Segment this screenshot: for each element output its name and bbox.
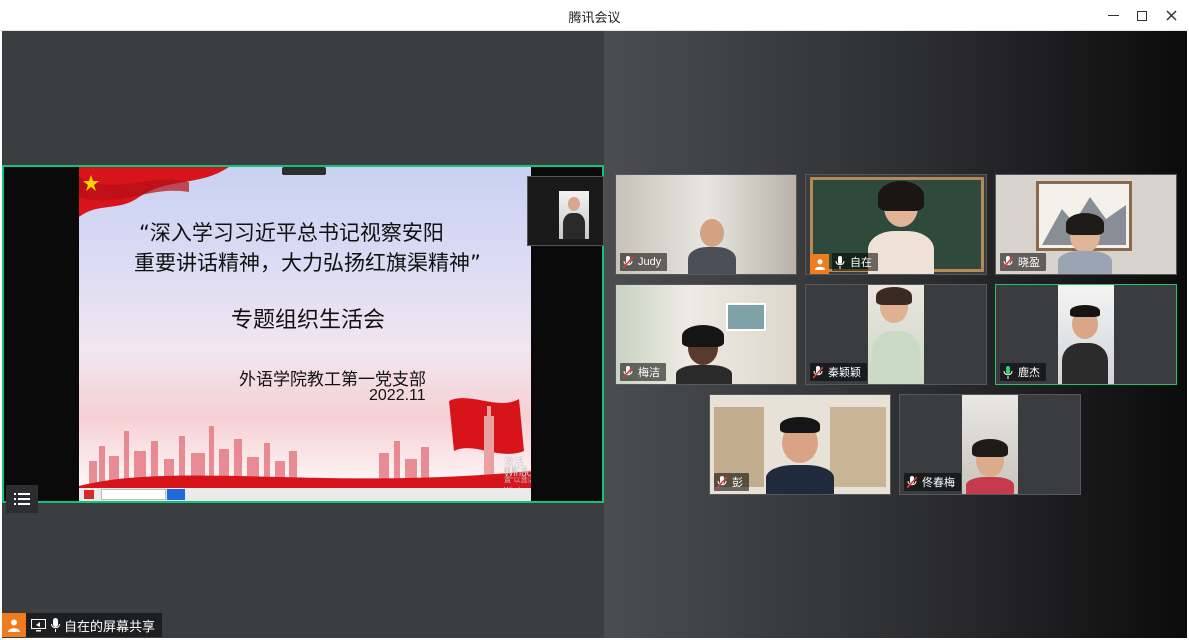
share-status-label: 自在的屏幕共享 xyxy=(64,618,156,634)
mic-muted-icon xyxy=(907,475,917,489)
presenter-pip-video[interactable] xyxy=(527,176,604,246)
maximize-icon xyxy=(1137,10,1147,21)
presentation-slide: “深入学习习近平总书记视察安阳 重要讲话精神，大力弘扬红旗渠精神” 专题组织生活… xyxy=(79,167,531,501)
participant-tile[interactable]: 彭 xyxy=(709,394,891,495)
participant-name: 佟春梅 xyxy=(922,477,955,489)
participant-tile[interactable]: 梅洁 xyxy=(615,284,797,385)
minimize-icon xyxy=(1107,14,1119,17)
mic-icon xyxy=(51,618,60,632)
participant-name: 彭 xyxy=(732,477,743,489)
city-skyline-graphic xyxy=(79,398,531,501)
mic-muted-icon xyxy=(623,365,633,379)
list-icon xyxy=(14,493,30,505)
slide-title-line1: “深入学习习近平总书记视察安阳 xyxy=(139,221,444,245)
participant-name: 自在 xyxy=(850,257,872,269)
participant-name-tag: 彭 xyxy=(714,473,749,491)
participant-name: 晓盈 xyxy=(1018,257,1040,269)
participant-tile[interactable]: 晓盈 xyxy=(995,174,1177,275)
close-icon xyxy=(1165,10,1177,21)
participant-name: 梅洁 xyxy=(638,367,660,379)
user-icon xyxy=(2,613,26,637)
window-title: 腾讯会议 xyxy=(568,10,621,25)
mic-muted-icon xyxy=(623,255,633,269)
slide-title-line2: 重要讲话精神，大力弘扬红旗渠精神” xyxy=(134,251,481,275)
shared-screen[interactable]: “深入学习习近平总书记视察安阳 重要讲话精神，大力弘扬红旗渠精神” 专题组织生活… xyxy=(2,165,604,503)
mic-muted-icon xyxy=(717,475,727,489)
participant-tile[interactable]: 自在 xyxy=(805,174,987,275)
participant-list-button[interactable] xyxy=(6,485,38,513)
minimize-button[interactable] xyxy=(1098,0,1128,31)
participant-gallery: Judy 自在 晓盈 梅洁 秦颖颖 鹿杰 彭 佟春梅 xyxy=(604,31,1187,638)
close-button[interactable] xyxy=(1156,0,1186,31)
screen-share-area: “深入学习习近平总书记视察安阳 重要讲话精神，大力弘扬红旗渠精神” 专题组织生活… xyxy=(2,31,604,638)
participant-tile-speaking[interactable]: 鹿杰 xyxy=(995,284,1177,385)
participant-name: Judy xyxy=(638,256,662,268)
mic-icon xyxy=(1003,365,1013,379)
mic-muted-icon xyxy=(1003,255,1013,269)
participant-tile[interactable]: 秦颖颖 xyxy=(805,284,987,385)
participant-name-tag: 自在 xyxy=(832,253,878,271)
slide-subtitle: 专题组织生活会 xyxy=(231,308,386,333)
participant-tile[interactable]: 佟春梅 xyxy=(899,394,1081,495)
participant-name-tag: Judy xyxy=(620,253,668,271)
taskbar-app xyxy=(101,489,166,500)
participant-name-tag: 晓盈 xyxy=(1000,253,1046,271)
host-badge xyxy=(810,254,829,274)
mic-icon xyxy=(835,255,845,269)
share-mini-toolbar[interactable] xyxy=(282,167,326,175)
participant-name-tag: 梅洁 xyxy=(620,363,666,381)
participant-name: 鹿杰 xyxy=(1018,367,1040,379)
screen-share-icon xyxy=(31,618,46,631)
screen-share-status: 自在的屏幕共享 xyxy=(2,613,162,637)
title-bar: 腾讯会议 xyxy=(0,0,1189,31)
participant-name: 秦颖颖 xyxy=(828,367,861,379)
maximize-button[interactable] xyxy=(1127,0,1157,31)
pip-video-feed xyxy=(559,191,589,239)
participant-name-tag: 鹿杰 xyxy=(1000,363,1046,381)
participant-tile[interactable]: Judy xyxy=(615,174,797,275)
taskbar-app-active xyxy=(167,489,185,500)
participant-name-tag: 佟春梅 xyxy=(904,473,961,491)
shared-taskbar xyxy=(79,488,531,501)
mic-muted-icon xyxy=(813,365,823,379)
pip-header xyxy=(528,177,603,189)
participant-name-tag: 秦颖颖 xyxy=(810,363,867,381)
app-logo-icon xyxy=(84,490,94,499)
user-icon xyxy=(814,259,825,270)
